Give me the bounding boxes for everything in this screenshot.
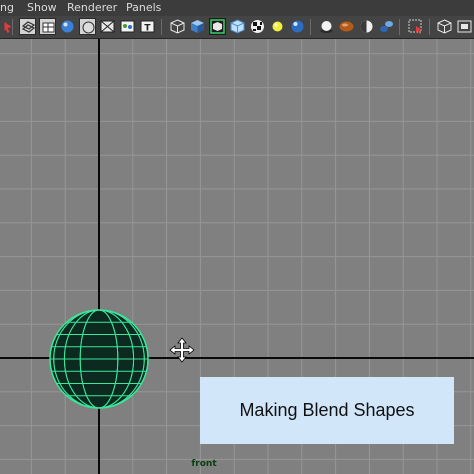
view-name-label: front [191, 459, 217, 469]
grid-icon[interactable] [79, 18, 96, 35]
bookmarks-icon[interactable] [39, 18, 56, 35]
smooth-shade-cube-icon[interactable] [189, 18, 206, 35]
screen-space-ao-icon[interactable] [338, 18, 355, 35]
toolbar-separator [161, 19, 162, 35]
svg-text:T: T [144, 24, 151, 34]
menu-bar: ng Show Renderer Panels [0, 0, 474, 16]
toolbar-separator [310, 19, 311, 35]
select-camera-icon[interactable] [0, 19, 12, 36]
resolution-gate-icon[interactable] [119, 18, 136, 35]
menu-panels[interactable]: Panels [126, 0, 161, 16]
field-chart-icon[interactable]: T [139, 18, 156, 35]
wireframe-cube-icon[interactable] [169, 18, 186, 35]
image-plane-icon[interactable] [59, 18, 76, 35]
menu-lighting[interactable]: ng [0, 0, 14, 16]
all-lights-icon[interactable] [289, 18, 306, 35]
textured-checker-icon[interactable] [249, 18, 266, 35]
toolbar-separator [399, 19, 400, 35]
viewport-options-icon[interactable] [456, 18, 473, 35]
anti-aliasing-icon[interactable] [378, 18, 395, 35]
film-gate-icon[interactable] [99, 18, 116, 35]
camera-attributes-icon[interactable] [19, 18, 36, 35]
toolbar-separator [429, 19, 430, 35]
caption-box: Making Blend Shapes [200, 377, 454, 444]
default-lighting-icon[interactable] [269, 18, 286, 35]
resolution-icon[interactable] [436, 18, 453, 35]
caption-text: Making Blend Shapes [239, 400, 415, 420]
menu-show[interactable]: Show [27, 0, 57, 16]
isolate-select-icon[interactable] [209, 18, 226, 35]
menu-renderer[interactable]: Renderer [67, 0, 117, 16]
shadows-icon[interactable] [318, 18, 335, 35]
sphere-wireframe[interactable] [49, 309, 149, 409]
motion-blur-icon[interactable] [358, 18, 375, 35]
grease-pencil-icon[interactable] [407, 18, 424, 35]
xray-cube-icon[interactable] [229, 18, 246, 35]
toolbar-separator [12, 19, 13, 35]
panel-toolbar: T [0, 16, 474, 39]
